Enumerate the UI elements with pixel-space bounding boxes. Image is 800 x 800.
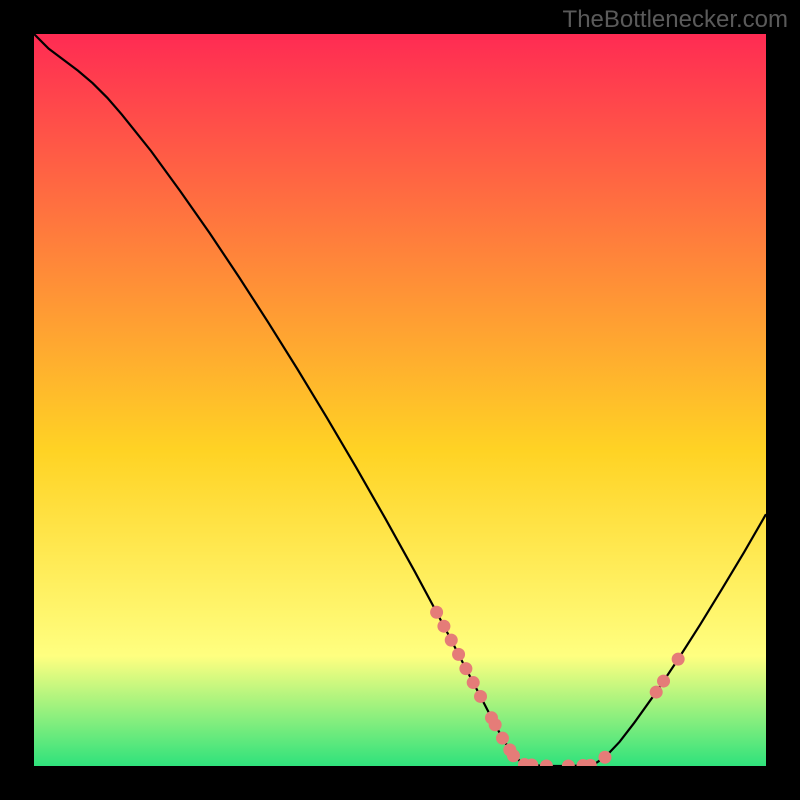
curve-marker: [445, 634, 458, 647]
chart-frame: TheBottlenecker.com: [0, 0, 800, 800]
curve-marker: [452, 648, 465, 661]
curve-marker: [437, 620, 450, 633]
gradient-background: [34, 34, 766, 766]
curve-marker: [650, 686, 663, 699]
curve-marker: [507, 749, 520, 762]
chart-svg: [34, 34, 766, 766]
curve-marker: [598, 751, 611, 764]
curve-marker: [474, 690, 487, 703]
curve-marker: [459, 662, 472, 675]
curve-marker: [430, 606, 443, 619]
curve-marker: [672, 653, 685, 666]
curve-marker: [467, 676, 480, 689]
chart-plot-area: [34, 34, 766, 766]
curve-marker: [489, 718, 502, 731]
watermark-text: TheBottlenecker.com: [563, 6, 788, 34]
curve-marker: [657, 675, 670, 688]
curve-marker: [496, 732, 509, 745]
